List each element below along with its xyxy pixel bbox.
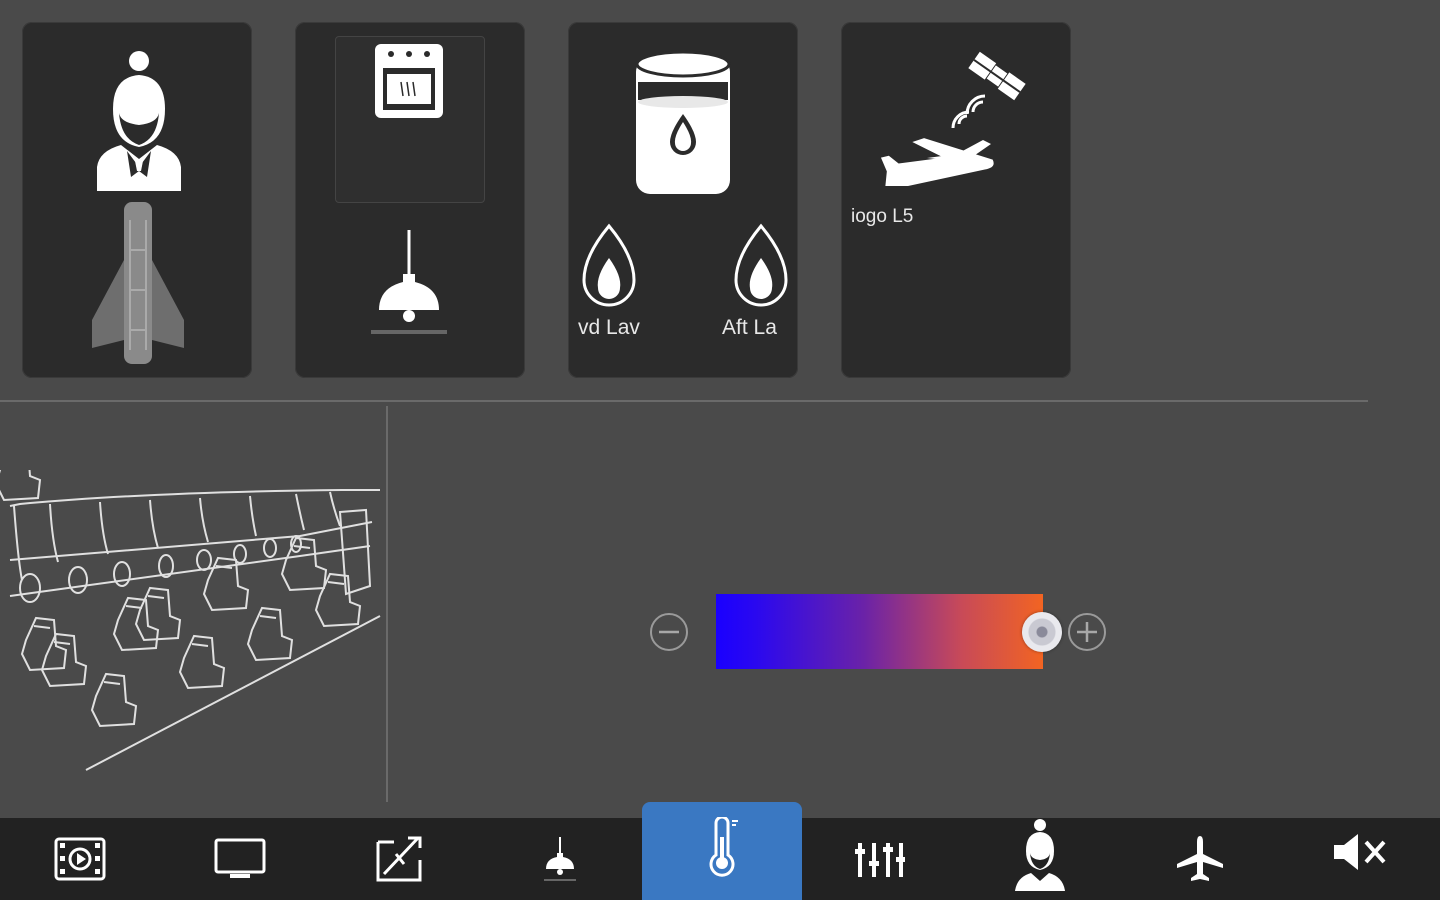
minus-circle-icon	[659, 630, 679, 634]
nav-flight-map[interactable]	[320, 818, 480, 900]
nav-mute[interactable]	[1280, 818, 1440, 900]
nav-media[interactable]	[0, 818, 160, 900]
nav-monitor[interactable]	[160, 818, 320, 900]
nav-flight[interactable]	[1120, 818, 1280, 900]
pendant-lamp-icon	[544, 837, 576, 881]
aft-lav-label: Aft La	[722, 316, 777, 339]
fwd-lav-label: vd Lav	[578, 316, 640, 339]
oven-icon	[375, 44, 443, 118]
water-tank-icon	[635, 50, 731, 194]
flame-icon	[734, 223, 788, 307]
cabin-interior-illustration[interactable]	[0, 470, 384, 780]
horizontal-divider	[0, 400, 1368, 402]
flight-map-icon	[376, 836, 422, 882]
pendant-lamp-icon	[371, 230, 447, 334]
flight-attendant-icon	[1015, 819, 1065, 891]
satcom-label: iogo L5	[851, 206, 914, 227]
flight-attendant-icon	[97, 51, 181, 191]
temperature-increase-button[interactable]	[1068, 613, 1106, 651]
satellite-aircraft-icon	[880, 51, 1026, 186]
aircraft-topview-icon	[92, 202, 184, 364]
water-tile[interactable]: vd Lav Aft La	[568, 22, 798, 378]
sliders-icon	[855, 843, 905, 877]
nav-lighting[interactable]	[480, 818, 640, 900]
monitor-icon	[214, 838, 266, 878]
temperature-gradient-bar[interactable]	[716, 594, 1043, 669]
bottom-nav-bar	[0, 802, 1440, 900]
plus-circle-icon	[1077, 622, 1097, 642]
vertical-divider	[386, 406, 388, 802]
satcom-tile[interactable]: iogo L5	[841, 22, 1071, 378]
nav-temperature[interactable]	[642, 802, 802, 900]
thermometer-icon	[709, 817, 738, 877]
attendant-tile[interactable]	[22, 22, 252, 378]
airplane-icon	[1177, 836, 1223, 881]
temperature-decrease-button[interactable]	[650, 613, 688, 651]
speaker-mute-icon	[1334, 834, 1386, 870]
temperature-slider-thumb[interactable]	[1022, 612, 1062, 652]
nav-audio-settings[interactable]	[800, 818, 960, 900]
flame-icon	[582, 223, 636, 307]
galley-tile[interactable]	[295, 22, 525, 378]
nav-attendant[interactable]	[960, 818, 1120, 900]
film-play-icon	[54, 837, 106, 881]
